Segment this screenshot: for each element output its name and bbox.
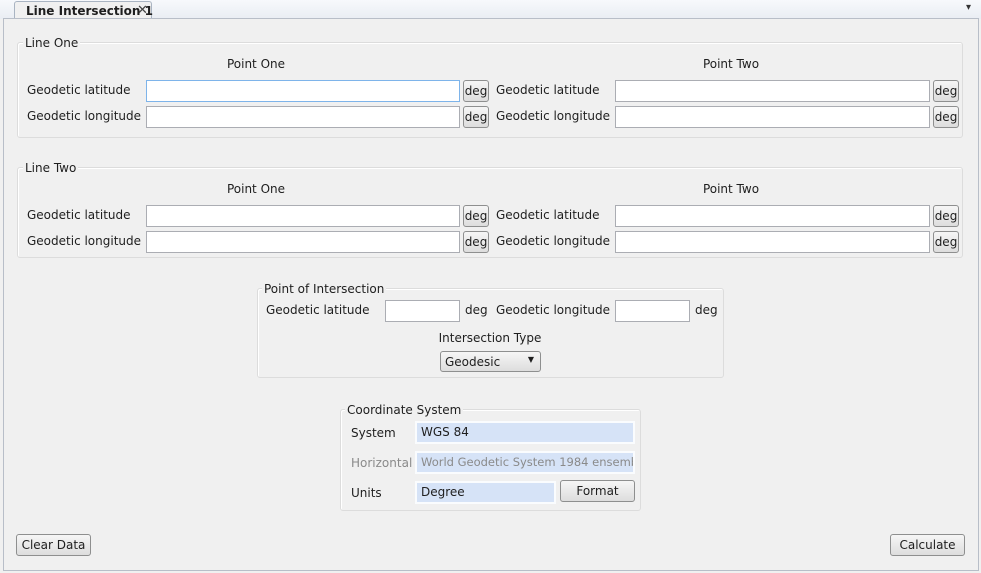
line-one-point-one-latitude-input[interactable]	[146, 80, 460, 102]
line-one-point-two-longitude-input[interactable]	[615, 106, 930, 128]
unit-button[interactable]: deg	[933, 231, 959, 253]
line-one-point-one-heading: Point One	[226, 57, 286, 71]
unit-button[interactable]: deg	[463, 231, 489, 253]
unit-button[interactable]: deg	[933, 80, 959, 102]
coordinate-system-title: Coordinate System	[345, 403, 464, 417]
intersection-title: Point of Intersection	[262, 282, 387, 296]
unit-label: deg	[695, 303, 718, 317]
lat-label: Geodetic latitude	[496, 83, 600, 97]
format-button[interactable]: Format	[560, 480, 635, 502]
lat-label: Geodetic latitude	[27, 83, 131, 97]
line-two-point-two-heading: Point Two	[702, 182, 760, 196]
line-two-point-one-heading: Point One	[226, 182, 286, 196]
lon-label: Geodetic longitude	[496, 109, 611, 123]
lat-label: Geodetic latitude	[496, 208, 600, 222]
unit-button[interactable]: deg	[463, 205, 489, 227]
intersection-type-label: Intersection Type	[438, 331, 542, 345]
lon-label: Geodetic longitude	[27, 109, 142, 123]
tab-title: Line Intersection 1	[26, 4, 153, 18]
unit-button[interactable]: deg	[933, 205, 959, 227]
intersection-type-select[interactable]: Geodesic ▼	[440, 351, 541, 372]
intersection-latitude-output[interactable]	[385, 300, 460, 322]
intersection-type-value: Geodesic	[445, 355, 501, 369]
line-one-point-two-heading: Point Two	[702, 57, 760, 71]
units-field: Degree	[415, 481, 556, 504]
unit-button[interactable]: deg	[463, 106, 489, 128]
line-two-point-one-longitude-input[interactable]	[146, 231, 460, 253]
lon-label: Geodetic longitude	[496, 234, 611, 248]
horizontal-label: Horizontal	[351, 456, 413, 470]
intersection-lat-label: Geodetic latitude	[266, 303, 370, 317]
line-two-title: Line Two	[23, 161, 79, 175]
intersection-lon-label: Geodetic longitude	[496, 303, 611, 317]
close-icon[interactable]: ✕	[137, 3, 148, 18]
chevron-down-icon: ▼	[527, 355, 534, 364]
line-one-point-two-latitude-input[interactable]	[615, 80, 930, 102]
intersection-longitude-output[interactable]	[615, 300, 690, 322]
horizontal-field: World Geodetic System 1984 ensemble	[415, 451, 635, 474]
unit-button[interactable]: deg	[463, 80, 489, 102]
calculate-button[interactable]: Calculate	[890, 534, 965, 556]
system-label: System	[351, 426, 396, 440]
unit-label: deg	[465, 303, 488, 317]
lon-label: Geodetic longitude	[27, 234, 142, 248]
unit-button[interactable]: deg	[933, 106, 959, 128]
system-field: WGS 84	[415, 421, 635, 444]
lat-label: Geodetic latitude	[27, 208, 131, 222]
line-two-point-two-latitude-input[interactable]	[615, 205, 930, 227]
line-one-point-one-longitude-input[interactable]	[146, 106, 460, 128]
clear-data-button[interactable]: Clear Data	[16, 534, 91, 556]
line-two-point-one-latitude-input[interactable]	[146, 205, 460, 227]
line-two-point-two-longitude-input[interactable]	[615, 231, 930, 253]
line-one-title: Line One	[23, 36, 81, 50]
tab-menu-icon[interactable]: ▾	[966, 2, 971, 13]
units-label: Units	[351, 486, 382, 500]
